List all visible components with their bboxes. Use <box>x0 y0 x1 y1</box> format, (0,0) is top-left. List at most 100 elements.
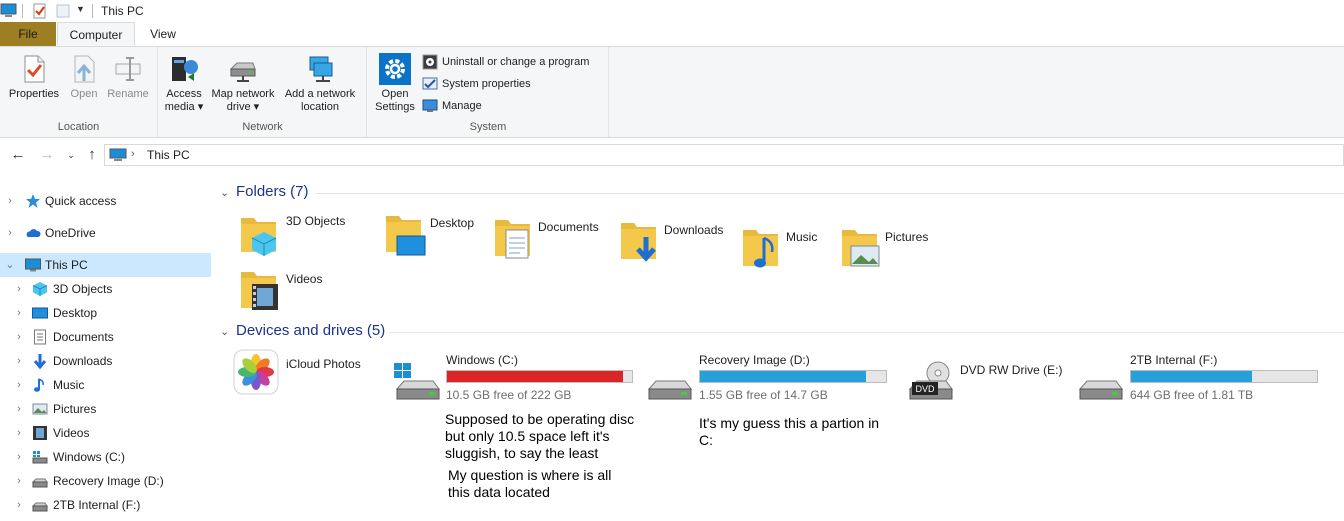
expand-chevron-icon[interactable]: › <box>14 277 24 301</box>
expand-chevron-icon[interactable]: › <box>14 445 24 469</box>
address-row: ← → ⌄ ↑ › This PC <box>0 138 1344 174</box>
drive-usage-bar <box>699 370 887 383</box>
system-properties-button[interactable]: System properties <box>422 74 531 94</box>
open-button[interactable]: Open <box>63 53 105 101</box>
forward-button[interactable]: → <box>38 146 56 164</box>
nav-item-onedrive[interactable]: › OneDrive <box>0 221 211 245</box>
address-bar[interactable]: › This PC <box>104 144 1344 166</box>
devices-group-header[interactable]: ⌄ Devices and drives (5) <box>220 320 385 342</box>
window-title: This PC <box>101 4 144 18</box>
nav-item-recovery-d[interactable]: › Recovery Image (D:) <box>0 469 211 493</box>
nav-item-3d-objects[interactable]: › 3D Objects <box>0 277 211 301</box>
settings-gear-icon <box>379 53 411 85</box>
desktop-folder-icon <box>386 216 426 256</box>
drive-windows-c[interactable]: Windows (C:) 10.5 GB free of 222 GB <box>393 353 633 403</box>
expand-chevron-icon[interactable]: › <box>14 349 24 373</box>
breadcrumb-chevron[interactable]: › <box>131 148 135 160</box>
drive-dvd-e[interactable]: DVD DVD RW Drive (E:) <box>908 353 1088 403</box>
expand-chevron-icon[interactable]: › <box>14 421 24 445</box>
3d-objects-folder-icon <box>241 218 277 256</box>
tab-computer[interactable]: Computer <box>57 22 135 47</box>
uninstall-program-button[interactable]: Uninstall or change a program <box>422 52 589 72</box>
folder-downloads[interactable]: Downloads <box>618 219 738 271</box>
ribbon: Properties Open Rename Location Access m… <box>0 46 1344 138</box>
breadcrumb-this-pc[interactable]: This PC <box>147 148 190 162</box>
open-settings-button[interactable]: Open Settings <box>372 53 418 114</box>
expand-chevron-icon[interactable]: › <box>14 469 24 493</box>
expand-chevron-icon[interactable]: › <box>14 373 24 397</box>
picture-icon <box>32 403 48 415</box>
pictures-folder-icon <box>842 230 880 267</box>
network-group-label: Network <box>242 121 283 133</box>
tab-view[interactable]: View <box>137 22 189 46</box>
nav-item-quick-access[interactable]: › Quick access <box>0 189 211 213</box>
ribbon-tabs: File Computer View <box>0 22 1344 47</box>
navigation-pane: › Quick access › OneDrive ⌄ This PC › 3D… <box>0 185 213 521</box>
expand-chevron-icon[interactable]: › <box>14 301 24 325</box>
collapse-chevron-icon[interactable]: ⌄ <box>220 182 236 204</box>
folder-3d-objects[interactable]: 3D Objects <box>238 210 358 262</box>
nav-item-windows-c[interactable]: › Windows (C:) <box>0 445 211 469</box>
expand-chevron-icon[interactable]: › <box>14 397 24 421</box>
collapse-chevron-icon[interactable]: ⌄ <box>5 253 15 277</box>
expand-chevron-icon[interactable]: › <box>14 325 24 349</box>
location-group-label: Location <box>57 121 100 133</box>
nav-item-this-pc[interactable]: ⌄ This PC <box>0 253 211 277</box>
collapse-chevron-icon[interactable]: ⌄ <box>220 321 236 343</box>
system-properties-icon <box>422 77 438 90</box>
this-pc-icon <box>25 258 41 272</box>
dvd-drive-icon: DVD <box>908 361 953 400</box>
properties-quick-icon[interactable] <box>32 3 48 19</box>
nav-item-pictures[interactable]: › Pictures <box>0 397 211 421</box>
add-network-location-button[interactable]: Add a network location <box>281 53 359 114</box>
music-note-icon <box>34 378 44 392</box>
customize-quick-access-dropdown[interactable]: ▼ <box>76 4 85 14</box>
music-folder-icon <box>743 230 778 268</box>
expand-chevron-icon[interactable]: › <box>5 221 15 245</box>
nav-item-music[interactable]: › Music <box>0 373 211 397</box>
access-media-button[interactable]: Access media ▾ <box>163 53 205 114</box>
tab-file[interactable]: File <box>0 22 56 46</box>
map-network-drive-button[interactable]: Map network drive ▾ <box>207 53 279 114</box>
hard-drive-icon <box>32 478 48 488</box>
nav-item-downloads[interactable]: › Downloads <box>0 349 211 373</box>
network-location-icon <box>309 56 333 82</box>
folder-pictures[interactable]: Pictures <box>839 226 959 278</box>
network-drive-icon <box>229 62 256 82</box>
recent-locations-dropdown[interactable]: ⌄ <box>62 146 80 164</box>
videos-folder-icon <box>241 272 278 310</box>
film-icon <box>33 426 47 440</box>
icloud-photos-item[interactable]: iCloud Photos <box>233 349 393 397</box>
drive-2tb-internal-f[interactable]: 2TB Internal (F:) 644 GB free of 1.81 TB <box>1078 353 1318 403</box>
drive-recovery-d[interactable]: Recovery Image (D:) 1.55 GB free of 14.7… <box>647 353 887 403</box>
rename-button[interactable]: Rename <box>104 53 152 101</box>
nav-item-2tb-internal-f[interactable]: › 2TB Internal (F:) <box>0 493 211 517</box>
folder-music[interactable]: Music <box>740 226 840 278</box>
rename-icon <box>115 57 141 81</box>
uninstall-icon <box>422 54 438 70</box>
annotation-note-c-drive: Supposed to be operating disc but only 1… <box>445 411 635 461</box>
content-pane: ⌄ Folders (7) 3D Objects Desktop Document… <box>213 174 1344 521</box>
new-folder-quick-icon[interactable] <box>55 3 71 19</box>
hard-drive-icon <box>647 380 692 400</box>
this-pc-icon <box>0 3 17 17</box>
back-button[interactable]: ← <box>9 146 27 164</box>
up-button[interactable]: ↑ <box>83 146 101 164</box>
folders-group-header[interactable]: ⌄ Folders (7) <box>220 181 309 203</box>
nav-item-documents[interactable]: › Documents <box>0 325 211 349</box>
properties-button[interactable]: Properties <box>6 53 62 101</box>
cube-icon <box>32 282 48 296</box>
folder-documents[interactable]: Documents <box>492 216 602 268</box>
expand-chevron-icon[interactable]: › <box>5 189 15 213</box>
folder-videos[interactable]: Videos <box>238 268 358 320</box>
manage-icon <box>422 99 438 112</box>
manage-button[interactable]: Manage <box>422 96 482 116</box>
annotation-note-partition: It's my guess this a partion in C: <box>699 415 880 448</box>
icloud-photos-icon <box>233 349 279 395</box>
system-drive-icon <box>32 451 48 464</box>
nav-item-videos[interactable]: › Videos <box>0 421 211 445</box>
expand-chevron-icon[interactable]: › <box>14 493 24 517</box>
nav-item-desktop[interactable]: › Desktop <box>0 301 211 325</box>
document-icon <box>34 329 46 345</box>
folder-desktop[interactable]: Desktop <box>383 212 483 264</box>
